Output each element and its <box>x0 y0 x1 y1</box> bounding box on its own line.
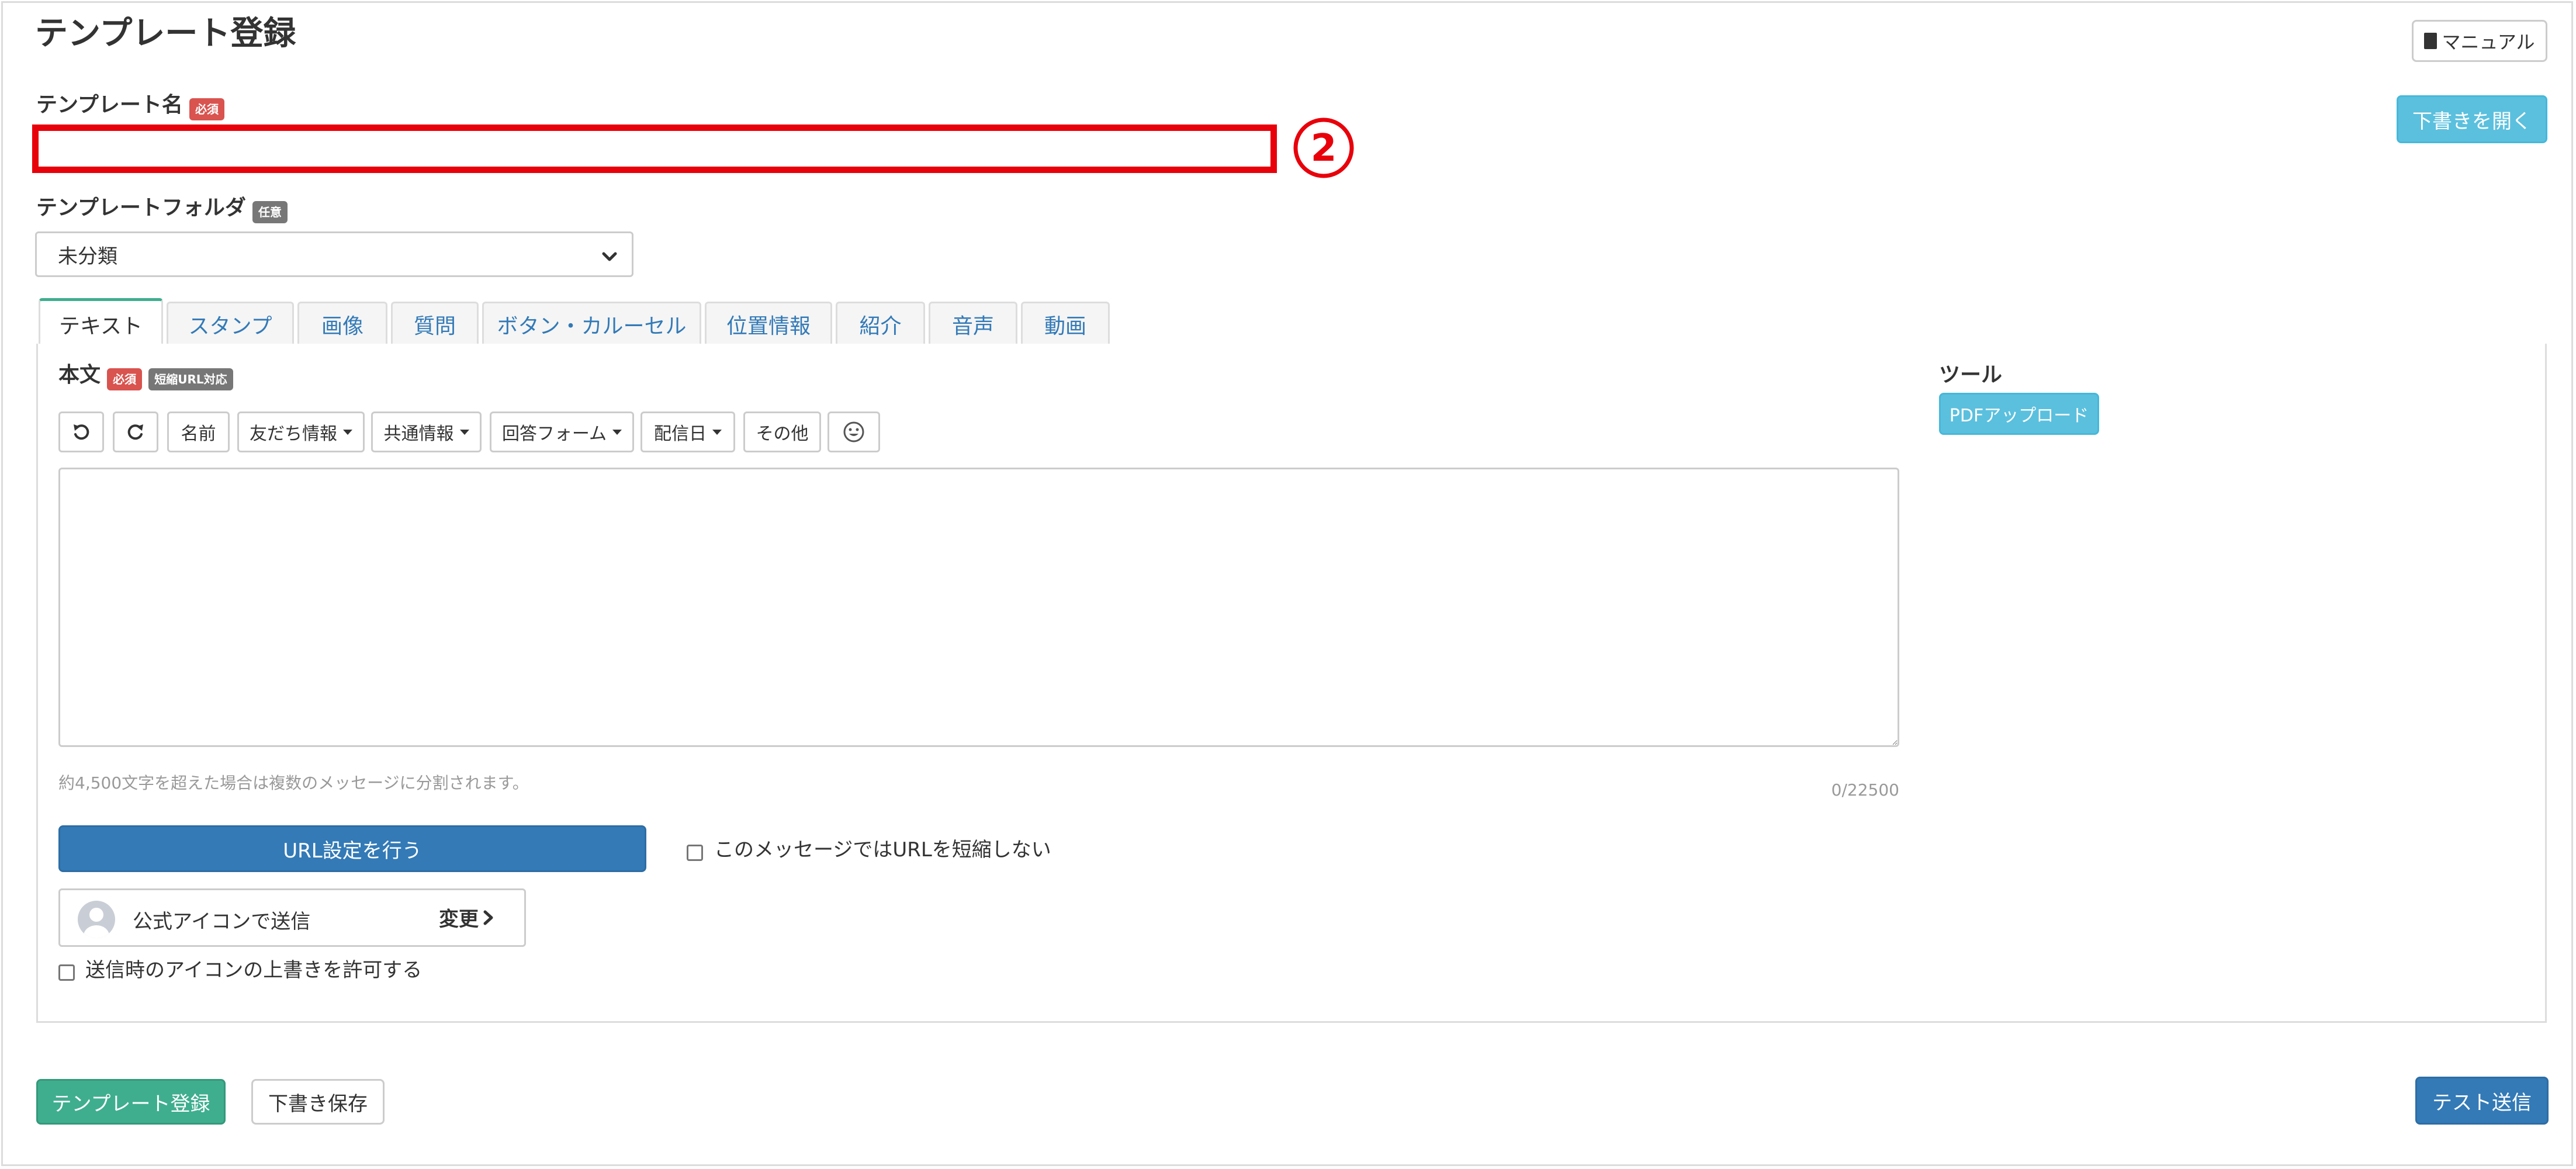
open-draft-button-label: 下書きを開く <box>2412 109 2532 133</box>
required-badge: 必須 <box>189 98 225 120</box>
body-label-row: 本文 必須 短縮URL対応 <box>58 361 233 390</box>
required-badge: 必須 <box>107 368 143 390</box>
tab-stamp[interactable]: スタンプ <box>167 302 294 345</box>
split-message-hint: 約4,500文字を超えた場合は複数のメッセージに分割されます。 <box>58 773 529 793</box>
smiley-icon <box>843 421 864 442</box>
insert-name-button[interactable]: 名前 <box>167 411 230 452</box>
tab-introduction[interactable]: 紹介 <box>836 302 925 345</box>
caret-down-icon <box>612 429 622 435</box>
template-name-label-row: テンプレート名 必須 <box>36 91 225 120</box>
optional-badge: 任意 <box>252 200 288 223</box>
svg-text:2: 2 <box>1311 127 1337 170</box>
book-icon <box>2424 33 2437 49</box>
tools-label: ツール <box>1939 363 2003 387</box>
chevron-right-icon <box>483 910 493 925</box>
emoji-button[interactable] <box>827 411 880 452</box>
annotation-number-2: 2 <box>1292 116 1356 180</box>
allow-icon-override-checkbox[interactable] <box>58 964 75 981</box>
tab-text[interactable]: テキスト <box>39 298 163 347</box>
caret-down-icon <box>712 429 722 435</box>
common-info-dropdown[interactable]: 共通情報 <box>371 411 482 452</box>
no-shorten-url-label: このメッセージではURLを短縮しない <box>714 838 1051 862</box>
allow-icon-override-label: 送信時のアイコンの上書きを許可する <box>85 959 423 982</box>
undo-icon <box>74 424 89 440</box>
template-folder-label: テンプレートフォルダ <box>36 196 246 220</box>
change-icon-link[interactable]: 変更 <box>439 903 496 932</box>
sender-icon-card: 公式アイコンで送信 変更 <box>58 888 526 947</box>
open-draft-button[interactable]: 下書きを開く <box>2397 95 2547 143</box>
no-shorten-url-checkbox[interactable] <box>687 845 703 861</box>
highlight-box <box>32 124 1277 173</box>
template-folder-selected: 未分類 <box>58 244 117 268</box>
redo-button[interactable] <box>113 411 158 452</box>
delivery-date-dropdown[interactable]: 配信日 <box>640 411 735 452</box>
template-folder-label-row: テンプレートフォルダ 任意 <box>36 194 288 223</box>
pdf-upload-button[interactable]: PDFアップロード <box>1939 393 2099 435</box>
short-url-badge: 短縮URL対応 <box>148 368 233 390</box>
test-send-button[interactable]: テスト送信 <box>2415 1077 2549 1125</box>
friend-info-dropdown[interactable]: 友だち情報 <box>237 411 365 452</box>
tab-audio[interactable]: 音声 <box>929 302 1017 345</box>
tab-location[interactable]: 位置情報 <box>705 302 832 345</box>
other-button[interactable]: その他 <box>743 411 821 452</box>
caret-down-icon <box>459 429 469 435</box>
tab-question[interactable]: 質問 <box>391 302 479 345</box>
template-name-label: テンプレート名 <box>36 93 183 117</box>
answer-form-dropdown[interactable]: 回答フォーム <box>490 411 634 452</box>
manual-button[interactable]: マニュアル <box>2412 20 2547 62</box>
page-title: テンプレート登録 <box>35 15 296 53</box>
avatar <box>78 901 115 938</box>
save-draft-button[interactable]: 下書き保存 <box>251 1079 385 1125</box>
user-silhouette-icon <box>84 908 109 938</box>
template-folder-select[interactable]: 未分類 <box>35 231 633 277</box>
tab-image[interactable]: 画像 <box>297 302 387 345</box>
chevron-down-icon <box>602 252 617 261</box>
redo-icon <box>127 424 143 440</box>
manual-button-label: マニュアル <box>2442 31 2535 53</box>
register-template-button[interactable]: テンプレート登録 <box>36 1079 226 1125</box>
tab-video[interactable]: 動画 <box>1021 302 1110 345</box>
body-textarea[interactable] <box>58 468 1899 747</box>
annotation-circle-icon: 2 <box>1293 117 1354 178</box>
url-settings-button[interactable]: URL設定を行う <box>58 825 646 872</box>
body-label: 本文 <box>58 363 101 387</box>
tab-button-carousel[interactable]: ボタン・カルーセル <box>482 302 701 345</box>
character-counter: 0/22500 <box>1831 780 1899 800</box>
undo-button[interactable] <box>58 411 104 452</box>
caret-down-icon <box>343 429 352 435</box>
sender-icon-label: 公式アイコンで送信 <box>133 910 311 933</box>
